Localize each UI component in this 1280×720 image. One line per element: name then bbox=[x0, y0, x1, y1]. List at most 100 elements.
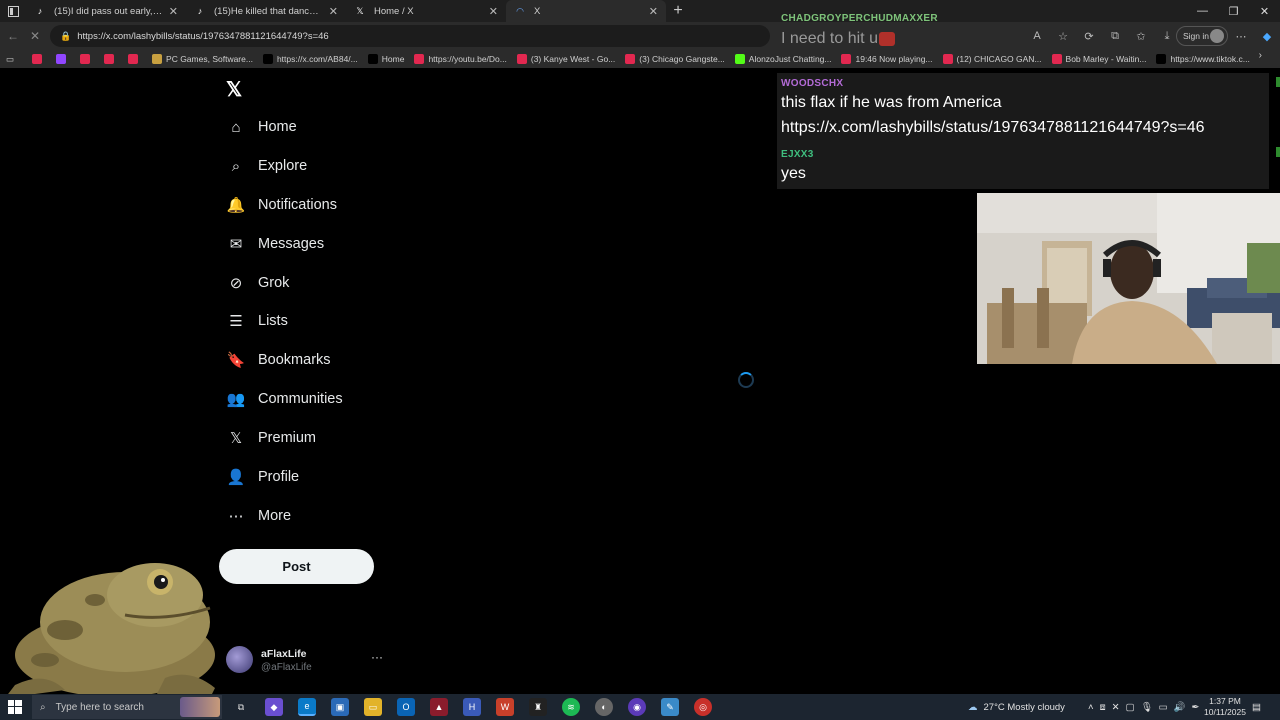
refresh-extension-icon[interactable]: ⟳ bbox=[1076, 30, 1102, 43]
store-icon[interactable]: ▣ bbox=[331, 698, 349, 716]
microphone-icon[interactable]: 🎙 bbox=[1141, 702, 1153, 713]
copilot-taskbar-icon[interactable]: ◆ bbox=[265, 698, 283, 716]
app-icon[interactable]: ◐ bbox=[595, 698, 613, 716]
chevron-up-icon[interactable]: ˄ bbox=[1088, 702, 1094, 713]
bookmark-favicon-icon bbox=[625, 54, 636, 64]
app-icon[interactable]: ♜ bbox=[529, 698, 547, 716]
site-info-icon[interactable]: 🔒 bbox=[60, 31, 71, 42]
x-nav-profile[interactable]: 👤 Profile bbox=[226, 464, 299, 490]
bookmark-favicon-icon bbox=[56, 54, 67, 64]
lists-icon: ☰ bbox=[229, 313, 243, 330]
taskbar-clock[interactable]: 1:37 PM 10/11/2025 bbox=[1200, 696, 1250, 718]
x-nav-messages[interactable]: ✉ Messages bbox=[226, 231, 324, 257]
weather-widget[interactable]: ☁ 27°C Mostly cloudy bbox=[968, 694, 1065, 720]
close-window-icon[interactable]: ✕ bbox=[1249, 0, 1280, 22]
x-nav-bookmarks[interactable]: 🔖 Bookmarks bbox=[226, 347, 331, 373]
x-nav-home[interactable]: ⌂ Home bbox=[226, 114, 296, 140]
webcam-feed bbox=[977, 193, 1280, 364]
network-off-icon[interactable]: ✕ bbox=[1112, 702, 1120, 713]
x-nav-more[interactable]: ⋯ More bbox=[226, 503, 292, 529]
close-icon[interactable]: ✕ bbox=[489, 5, 498, 18]
copilot-icon[interactable]: ◆ bbox=[1254, 30, 1280, 43]
scroll-marker bbox=[1276, 147, 1280, 157]
bookmark-item[interactable]: (3) Kanye West - Go... bbox=[516, 54, 615, 64]
bookmarks-bar: ▭ PC Games, Software... https://x.com/AB8… bbox=[0, 50, 1280, 68]
stop-loading-icon[interactable]: ✕ bbox=[24, 22, 46, 50]
bookmark-item[interactable]: 19:46 Now playing... bbox=[841, 54, 933, 64]
bookmark-item[interactable] bbox=[56, 54, 70, 64]
address-bar[interactable]: 🔒 https://x.com/lashybills/status/197634… bbox=[50, 25, 770, 47]
settings-more-icon[interactable]: ⋯ bbox=[1228, 30, 1254, 43]
x-nav-premium[interactable]: 𝕏 Premium bbox=[226, 425, 316, 451]
sign-in-button[interactable]: Sign in bbox=[1176, 26, 1228, 46]
game-app-icon[interactable]: ▲ bbox=[430, 698, 448, 716]
bookmark-item[interactable]: (12) CHICAGO GAN... bbox=[942, 54, 1042, 64]
bookmark-item[interactable]: Bob Marley - Waitin... bbox=[1051, 54, 1146, 64]
favorites-icon[interactable]: ✩ bbox=[1128, 30, 1154, 43]
account-more-icon[interactable]: ··· bbox=[371, 650, 383, 664]
bookmark-favicon-icon bbox=[104, 54, 115, 64]
tab-tiktok-2[interactable]: ♪ (15)He killed that dance though 😭 ✕ bbox=[186, 0, 346, 22]
tab-tiktok-1[interactable]: ♪ (15)I did pass out early, but I will..… bbox=[26, 0, 186, 22]
x-nav-label: More bbox=[258, 508, 292, 524]
app-icon[interactable]: W bbox=[496, 698, 514, 716]
tab-x-active[interactable]: ◠ X ✕ bbox=[506, 0, 666, 22]
account-handle: @aFlaxLife bbox=[261, 662, 312, 673]
bookmarks-folder-icon[interactable]: ▭ bbox=[6, 54, 14, 65]
spotify-icon[interactable]: ≋ bbox=[562, 698, 580, 716]
bookmark-item[interactable]: https://www.tiktok.c... bbox=[1156, 54, 1250, 64]
obs-icon[interactable]: ◉ bbox=[628, 698, 646, 716]
app-icon[interactable]: H bbox=[463, 698, 481, 716]
bookmark-item[interactable]: https://youtu.be/Do... bbox=[414, 54, 507, 64]
x-nav-lists[interactable]: ☰ Lists bbox=[226, 308, 288, 334]
tab-home-x[interactable]: 𝕏 Home / X ✕ bbox=[346, 0, 506, 22]
bookmark-favicon-icon bbox=[32, 54, 43, 64]
account-switcher[interactable]: aFlaxLife @aFlaxLife ··· bbox=[226, 646, 386, 676]
restore-icon[interactable]: ❐ bbox=[1218, 0, 1249, 22]
read-aloud-icon[interactable]: A bbox=[1024, 30, 1050, 42]
back-icon[interactable]: ← bbox=[2, 22, 24, 50]
extensions-icon[interactable]: ⧉ bbox=[1102, 30, 1128, 43]
window-menu-icon[interactable] bbox=[0, 0, 26, 22]
tray-app-icon[interactable]: ⧈ bbox=[1100, 702, 1106, 713]
notepad-icon[interactable]: ✎ bbox=[661, 698, 679, 716]
bookmark-item[interactable]: https://x.com/AB84/... bbox=[262, 54, 358, 64]
favorite-star-icon[interactable]: ☆ bbox=[1050, 30, 1076, 43]
x-nav-explore[interactable]: ⌕ Explore bbox=[226, 153, 307, 179]
x-nav-grok[interactable]: ⊘ Grok bbox=[226, 270, 290, 296]
network-icon[interactable]: ▭ bbox=[1159, 702, 1168, 713]
minimize-icon[interactable]: — bbox=[1187, 0, 1218, 22]
new-tab-button[interactable]: + bbox=[666, 0, 690, 22]
outlook-icon[interactable]: O bbox=[397, 698, 415, 716]
bookmark-item[interactable]: (3) Chicago Gangste... bbox=[625, 54, 725, 64]
x-nav-notifications[interactable]: 🔔 Notifications bbox=[226, 192, 337, 218]
close-icon[interactable]: ✕ bbox=[169, 5, 178, 18]
bookmark-favicon-icon bbox=[942, 54, 953, 64]
windows-start-icon[interactable] bbox=[8, 700, 22, 714]
taskbar-search-box[interactable]: ⌕ Type here to search bbox=[32, 695, 222, 719]
close-icon[interactable]: ✕ bbox=[329, 5, 338, 18]
bookmark-item[interactable] bbox=[32, 54, 46, 64]
notifications-icon[interactable]: ▤ bbox=[1252, 694, 1261, 720]
app-icon[interactable]: ◎ bbox=[694, 698, 712, 716]
bookmark-favicon-icon bbox=[1156, 54, 1167, 64]
task-view-icon[interactable]: ⧉ bbox=[232, 698, 250, 716]
edge-icon[interactable]: e bbox=[298, 698, 316, 716]
grok-icon: ⊘ bbox=[229, 275, 243, 292]
bookmark-item[interactable] bbox=[128, 54, 142, 64]
bookmark-item[interactable]: Home bbox=[367, 54, 404, 64]
bookmarks-overflow-icon[interactable]: › bbox=[1259, 50, 1262, 61]
pen-icon[interactable]: ✒ bbox=[1191, 702, 1199, 713]
bookmark-favicon-icon bbox=[80, 54, 91, 64]
bookmark-item[interactable]: AlonzoJust Chatting... bbox=[734, 54, 831, 64]
x-logo-icon[interactable]: 𝕏 bbox=[226, 77, 246, 101]
bookmark-item[interactable] bbox=[104, 54, 118, 64]
x-nav-communities[interactable]: 👥 Communities bbox=[226, 386, 343, 412]
close-icon[interactable]: ✕ bbox=[649, 5, 658, 18]
bookmark-item[interactable] bbox=[80, 54, 94, 64]
tray-app-icon[interactable]: ▢ bbox=[1126, 702, 1135, 713]
bookmark-item[interactable]: PC Games, Software... bbox=[152, 54, 253, 64]
volume-icon[interactable]: 🔊 bbox=[1174, 702, 1186, 713]
post-button[interactable]: Post bbox=[219, 549, 374, 584]
file-explorer-icon[interactable]: ▭ bbox=[364, 698, 382, 716]
